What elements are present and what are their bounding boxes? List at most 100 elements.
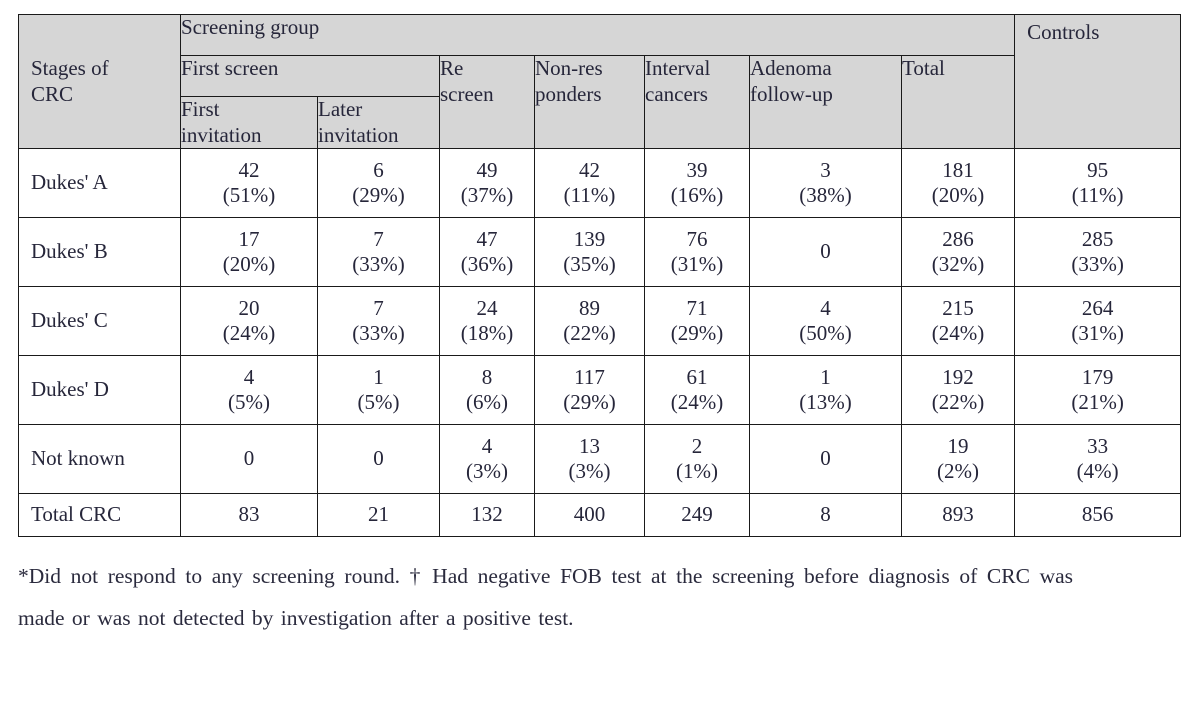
header-col-adenoma-follow-up: Adenoma follow-up — [749, 54, 902, 150]
table-cell: 6 (29%) — [317, 148, 440, 219]
cell-count: 39 — [686, 157, 708, 182]
cell-count: 117 — [574, 364, 605, 389]
cell-count: 0 — [373, 446, 384, 471]
table-cell: 39 (16%) — [644, 148, 750, 219]
table-cell: 286 (32%) — [900, 217, 1016, 288]
table-cell: 856 — [1014, 493, 1182, 538]
table-cell: 4 (50%) — [749, 286, 902, 357]
table-cell: 13 (3%) — [534, 424, 645, 495]
table-cell: 181 (20%) — [900, 148, 1016, 219]
cell-percent: (1%) — [676, 459, 718, 484]
cell-count: 61 — [686, 364, 708, 389]
header-col-line: cancers — [645, 81, 708, 106]
table-cell: 264 (31%) — [1014, 286, 1182, 357]
cell-count: 249 — [681, 502, 713, 527]
table-cell: 83 — [180, 493, 318, 538]
cell-percent: (33%) — [1071, 252, 1124, 277]
table-cell: 0 — [749, 217, 902, 288]
cell-count: 181 — [942, 157, 974, 182]
table-page: Stages of CRC Screening group Controls F… — [0, 0, 1198, 703]
cell-percent: (33%) — [352, 321, 405, 346]
header-col-non-responders: Non-res ponders — [534, 54, 645, 150]
table-body: Dukes' A 42 (51%) 6 (29%) 49 (37%) 42 (11%) 39 (16… — [18, 148, 1182, 538]
cell-percent: (20%) — [222, 252, 276, 277]
cell-count: 192 — [942, 364, 974, 389]
table-cell: 285 (33%) — [1014, 217, 1182, 288]
table-cell: 117 (29%) — [534, 355, 645, 426]
header-col-line: invitation — [181, 122, 262, 147]
cell-percent: (37%) — [460, 183, 514, 208]
cell-percent: (29%) — [352, 183, 405, 208]
header-col-line: Total — [902, 56, 945, 80]
cell-percent: (21%) — [1071, 390, 1124, 415]
row-stage-label: Dukes' A — [18, 148, 181, 219]
table-row: Dukes' A 42 (51%) 6 (29%) 49 (37%) 42 (11%) 39 (16… — [18, 148, 1182, 219]
row-stage-label: Dukes' D — [18, 355, 181, 426]
table-cell: 2 (1%) — [644, 424, 750, 495]
table-cell: 71 (29%) — [644, 286, 750, 357]
cell-count: 893 — [942, 502, 974, 527]
cell-count: 71 — [686, 295, 708, 320]
cell-percent: (5%) — [357, 390, 400, 415]
cell-count: 856 — [1081, 502, 1114, 527]
cell-percent: (51%) — [222, 183, 276, 208]
header-row-firstscreen: First screen Re screen Non-res ponders I… — [19, 54, 1181, 150]
cell-count: 4 — [820, 295, 831, 320]
cell-count: 49 — [476, 157, 498, 182]
cell-percent: (4%) — [1076, 459, 1119, 484]
cell-count: 400 — [573, 502, 606, 527]
table-cell: 49 (37%) — [439, 148, 535, 219]
table-cell: 95 (11%) — [1014, 148, 1182, 219]
cell-percent: (24%) — [222, 321, 276, 346]
header-col-line: invitation — [318, 122, 399, 147]
table-cell: 192 (22%) — [900, 355, 1016, 426]
cell-percent: (3%) — [466, 459, 508, 484]
table-cell: 47 (36%) — [439, 217, 535, 288]
cell-count: 3 — [820, 157, 831, 182]
cell-count: 42 — [238, 157, 260, 182]
cell-count: 8 — [481, 364, 493, 389]
table-cell: 4 (3%) — [439, 424, 535, 495]
cell-count: 21 — [368, 502, 389, 527]
table-cell: 42 (11%) — [534, 148, 645, 219]
cell-percent: (5%) — [228, 390, 270, 415]
cell-count: 0 — [820, 239, 831, 264]
cell-count: 7 — [373, 226, 384, 251]
cell-percent: (38%) — [799, 183, 852, 208]
cell-percent: (11%) — [1071, 183, 1124, 208]
table-cell: 7 (33%) — [317, 217, 440, 288]
cell-count: 132 — [471, 502, 503, 527]
cell-percent: (18%) — [460, 321, 514, 346]
cell-percent: (31%) — [1071, 321, 1124, 346]
table-cell: 400 — [534, 493, 645, 538]
header-screening-group: Screening group — [179, 14, 1016, 56]
table-row: Dukes' B 17 (20%) 7 (33%) 47 (36%) 139 (35%) 76 (3… — [18, 217, 1182, 288]
table-cell: 8 (6%) — [439, 355, 535, 426]
header-col-line: Interval — [645, 56, 711, 80]
row-stage-label: Not known — [18, 424, 181, 495]
cell-count: 179 — [1081, 364, 1114, 389]
table-row: Not known 0 0 4 (3%) 13 (3%) 2 (1%) 0 19 (2%) 33 (4%) — [18, 424, 1182, 495]
table-cell: 76 (31%) — [644, 217, 750, 288]
cell-count: 7 — [373, 295, 384, 320]
cell-count: 76 — [686, 226, 708, 251]
table-cell: 17 (20%) — [180, 217, 318, 288]
header-col-interval-cancers: Interval cancers — [644, 54, 750, 150]
cell-count: 89 — [579, 295, 600, 320]
cell-count: 4 — [481, 433, 493, 458]
header-col-first-invitation: First invitation — [180, 95, 318, 150]
cell-percent: (35%) — [563, 252, 616, 277]
cell-percent: (11%) — [563, 183, 616, 208]
stub-line-1: Stages of — [31, 56, 109, 80]
table-cell: 179 (21%) — [1014, 355, 1182, 426]
cell-count: 17 — [238, 226, 260, 251]
cell-count: 215 — [942, 295, 974, 320]
table-cell: 21 — [317, 493, 440, 538]
table-cell: 1 (5%) — [317, 355, 440, 426]
table-cell: 893 — [900, 493, 1016, 538]
cell-percent: (29%) — [563, 390, 616, 415]
cell-percent: (22%) — [931, 390, 985, 415]
cell-percent: (32%) — [931, 252, 985, 277]
cell-percent: (50%) — [799, 321, 852, 346]
cell-percent: (3%) — [568, 459, 611, 484]
